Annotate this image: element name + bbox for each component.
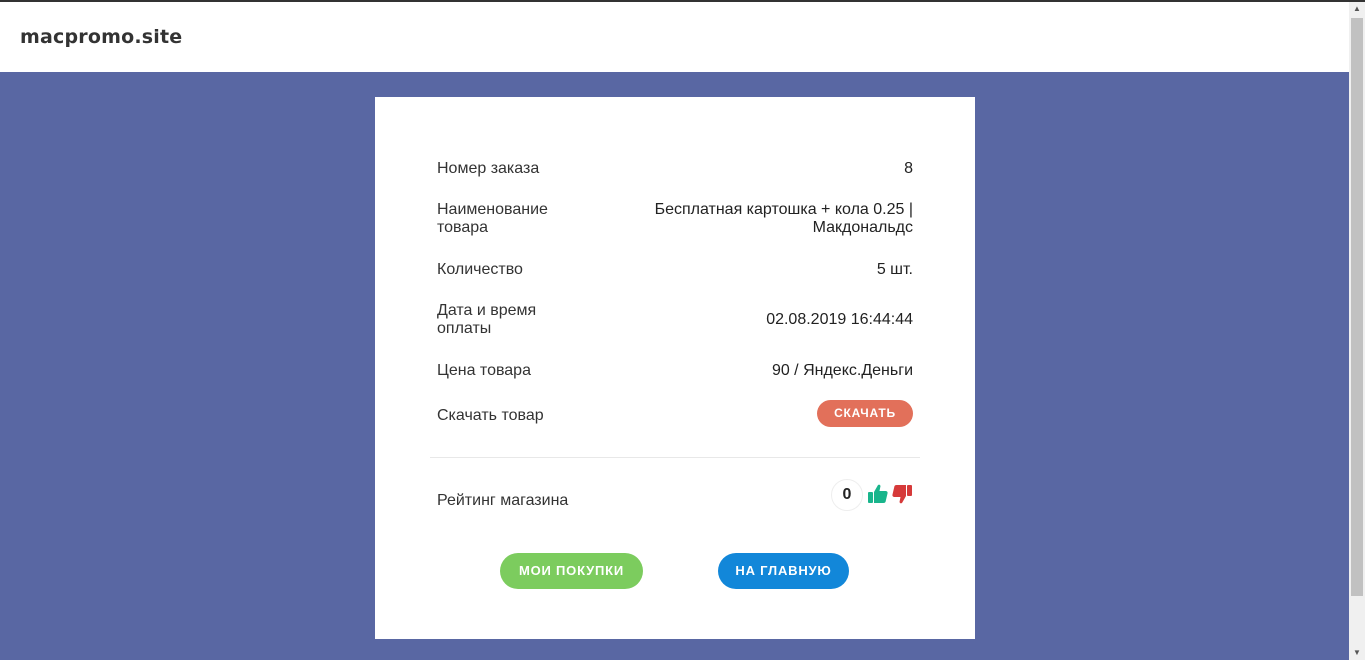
- my-purchases-button[interactable]: МОИ ПОКУПКИ: [500, 553, 643, 589]
- order-number-label: Номер заказа: [437, 160, 540, 177]
- thumbs-up-icon[interactable]: [867, 483, 889, 505]
- order-card: Номер заказа 8 Наименование товара Беспл…: [375, 97, 975, 639]
- quantity-value: 5 шт.: [876, 261, 913, 278]
- quantity-label: Количество: [437, 261, 523, 278]
- rating-count-badge: 0: [831, 479, 863, 511]
- product-name-label: Наименование товара: [437, 201, 548, 236]
- site-logo[interactable]: macpromo.site: [20, 26, 182, 48]
- download-button[interactable]: СКАЧАТЬ: [817, 400, 913, 427]
- home-button[interactable]: НА ГЛАВНУЮ: [718, 553, 849, 589]
- payment-datetime-label: Дата и время оплаты: [437, 302, 537, 337]
- price-label: Цена товара: [437, 362, 531, 379]
- product-name-value: Бесплатная картошка + кола 0.25 | Макдон…: [654, 201, 913, 236]
- site-header: macpromo.site: [0, 2, 1349, 72]
- download-label: Скачать товар: [437, 407, 544, 424]
- section-divider: [430, 457, 920, 458]
- scrollbar-thumb[interactable]: [1351, 18, 1363, 596]
- scroll-up-arrow-icon[interactable]: ▲: [1349, 2, 1365, 16]
- vertical-scrollbar[interactable]: ▲ ▼: [1349, 2, 1365, 660]
- payment-datetime-value: 02.08.2019 16:44:44: [766, 311, 913, 328]
- shop-rating-label: Рейтинг магазина: [437, 492, 569, 509]
- price-value: 90 / Яндекс.Деньги: [771, 362, 913, 379]
- order-number-value: 8: [904, 160, 913, 177]
- thumbs-down-icon[interactable]: [891, 483, 913, 505]
- scroll-down-arrow-icon[interactable]: ▼: [1349, 646, 1365, 660]
